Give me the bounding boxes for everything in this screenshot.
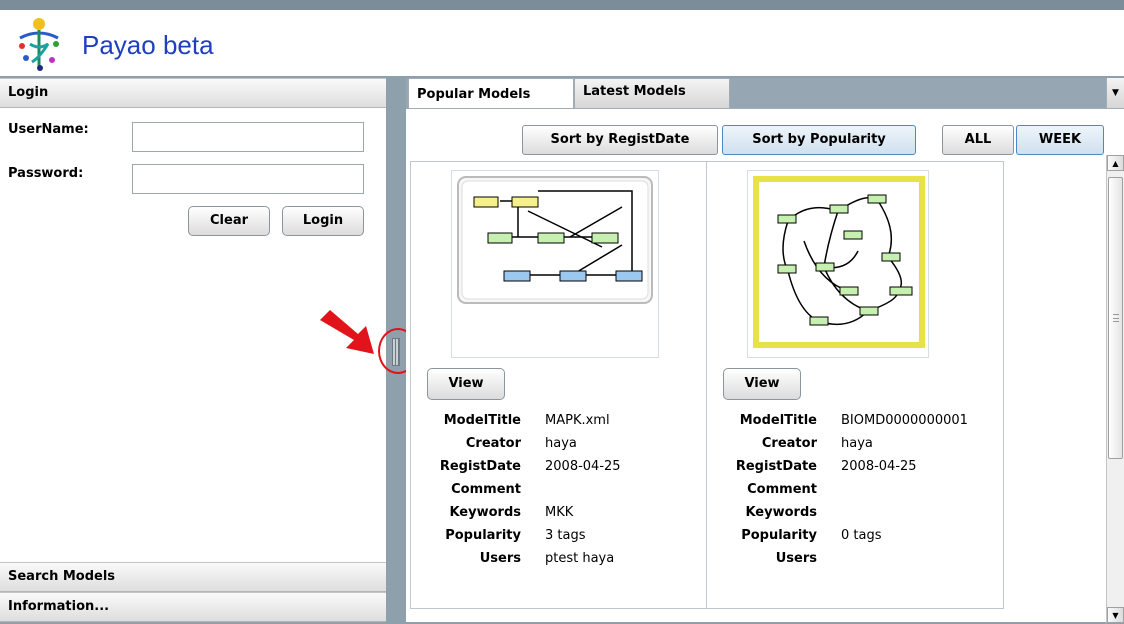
creator-value: haya — [545, 436, 577, 451]
model-metadata: ModelTitle MAPK.xml Creator haya RegistDat… — [417, 410, 707, 571]
top-bar — [0, 0, 1124, 10]
annotation-arrow-icon — [320, 310, 374, 354]
creator-value: haya — [841, 436, 873, 451]
payao-logo-icon — [19, 18, 59, 71]
keywords-label: Keywords — [745, 505, 817, 520]
clear-button[interactable]: Clear — [188, 206, 270, 236]
regist-date-value: 2008-04-25 — [841, 459, 917, 474]
tab-latest-models[interactable]: Latest Models — [574, 78, 730, 108]
popularity-label: Popularity — [445, 528, 521, 543]
regist-date-label: RegistDate — [735, 459, 817, 474]
search-models-header[interactable]: Search Models — [0, 562, 386, 592]
comment-label: Comment — [451, 482, 521, 497]
tab-content: Sort by RegistDate Sort by Popularity AL… — [406, 108, 1124, 623]
network-diagram-icon — [457, 176, 653, 304]
username-input[interactable] — [132, 122, 364, 152]
sort-by-popularity-button[interactable]: Sort by Popularity — [722, 125, 916, 155]
scrollbar-thumb[interactable] — [1108, 177, 1123, 459]
keywords-value: MKK — [545, 505, 574, 520]
scroll-up-arrow-icon[interactable]: ▲ — [1107, 155, 1124, 171]
keywords-label: Keywords — [449, 505, 521, 520]
users-value: ptest haya — [545, 551, 615, 566]
creator-label: Creator — [761, 436, 817, 451]
popularity-value: 3 tags — [545, 528, 586, 543]
sort-by-registdate-button[interactable]: Sort by RegistDate — [522, 125, 718, 155]
tab-popular-models[interactable]: Popular Models — [408, 78, 574, 110]
app-title: Payao beta — [82, 30, 214, 60]
period-all-button[interactable]: ALL — [942, 125, 1014, 155]
app-header: Payao beta — [0, 10, 1124, 76]
model-card: View ModelTitle BIOMD0000000001 Creator ha… — [706, 161, 1004, 609]
comment-label: Comment — [747, 482, 817, 497]
password-label: Password: — [8, 166, 84, 181]
model-thumbnail[interactable] — [451, 170, 659, 358]
regist-date-label: RegistDate — [439, 459, 521, 474]
login-section-header[interactable]: Login — [0, 78, 386, 108]
creator-label: Creator — [465, 436, 521, 451]
information-header[interactable]: Information... — [0, 592, 386, 622]
password-input[interactable] — [132, 164, 364, 194]
tab-strip: Popular Models Latest Models ▼ — [406, 78, 1124, 110]
model-metadata: ModelTitle BIOMD0000000001 Creator haya Re… — [713, 410, 1003, 571]
models-panel: Popular Models Latest Models ▼ Sort by R… — [406, 78, 1124, 623]
vertical-scrollbar[interactable]: ▲ ▼ — [1106, 155, 1124, 623]
view-button[interactable]: View — [427, 368, 505, 400]
period-week-button[interactable]: WEEK — [1016, 125, 1104, 155]
username-label: UserName: — [8, 122, 89, 137]
network-diagram-icon — [753, 176, 925, 348]
grip-icon — [1113, 314, 1119, 322]
model-title-label: ModelTitle — [739, 413, 817, 428]
tab-menu-chevron-down-icon[interactable]: ▼ — [1106, 78, 1124, 108]
regist-date-value: 2008-04-25 — [545, 459, 621, 474]
scroll-down-arrow-icon[interactable]: ▼ — [1107, 607, 1124, 623]
popularity-label: Popularity — [741, 528, 817, 543]
users-label: Users — [479, 551, 521, 566]
popularity-value: 0 tags — [841, 528, 882, 543]
users-label: Users — [775, 551, 817, 566]
model-title-value: BIOMD0000000001 — [841, 413, 968, 428]
model-title-value: MAPK.xml — [545, 413, 610, 428]
model-title-label: ModelTitle — [443, 413, 521, 428]
login-button[interactable]: Login — [282, 206, 364, 236]
model-thumbnail[interactable] — [747, 170, 929, 358]
view-button[interactable]: View — [723, 368, 801, 400]
model-card: View ModelTitle MAPK.xml Creator haya Regi… — [410, 161, 708, 609]
